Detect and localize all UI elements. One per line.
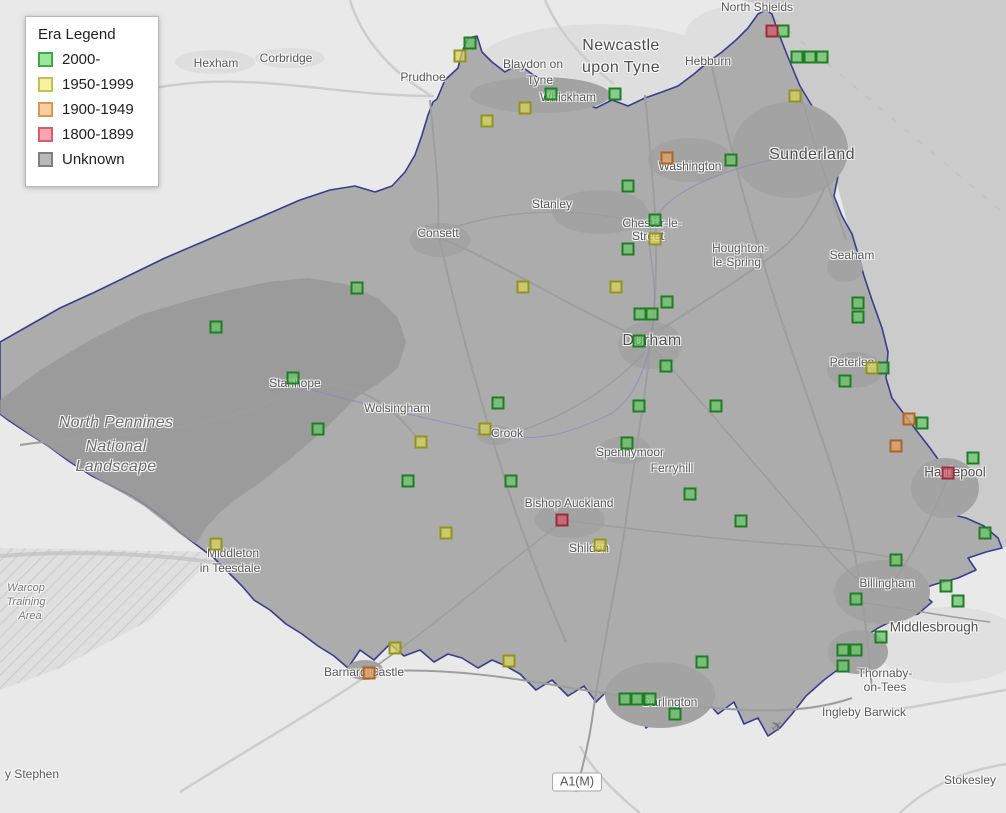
legend-swatch-icon <box>38 102 53 117</box>
legend-item: 1900-1949 <box>38 101 146 118</box>
legend-swatch-icon <box>38 152 53 167</box>
legend-title: Era Legend <box>38 26 116 43</box>
map-app: North Shields Newcastle upon Tyne Hebburn He… <box>0 0 1006 813</box>
legend-item-label: Unknown <box>62 151 125 168</box>
legend-item-label: 1900-1949 <box>62 101 134 118</box>
legend-item-label: 2000- <box>62 51 101 68</box>
legend-item: 1950-1999 <box>38 76 146 93</box>
road-badge-a1m: A1(M) <box>551 772 603 792</box>
legend-item: 2000- <box>38 51 146 68</box>
legend-swatch-icon <box>38 52 53 67</box>
legend-item-label: 1950-1999 <box>62 76 134 93</box>
legend-items: 2000- 1950-1999 1900-1949 1800-1899 Unknown <box>38 51 146 168</box>
legend-swatch-icon <box>38 127 53 142</box>
legend-item-label: 1800-1899 <box>62 126 134 143</box>
legend-swatch-icon <box>38 77 53 92</box>
legend-item: Unknown <box>38 151 146 168</box>
era-legend: Era Legend 2000- 1950-1999 1900-1949 1800-1… <box>25 16 159 187</box>
legend-item: 1800-1899 <box>38 126 146 143</box>
